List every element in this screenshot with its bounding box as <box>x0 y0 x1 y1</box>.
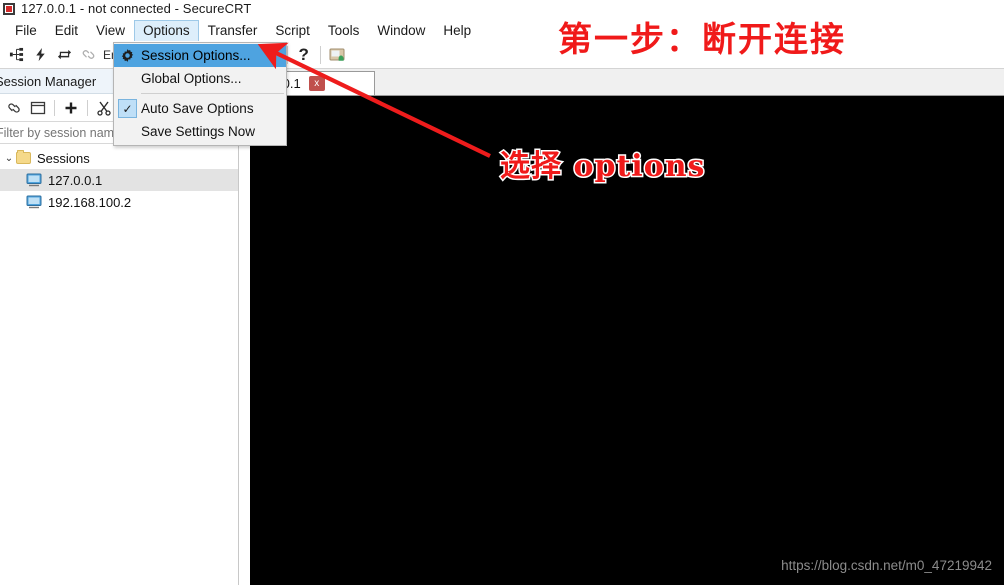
link-icon[interactable] <box>2 97 26 119</box>
menu-item-window[interactable]: Window <box>368 20 434 41</box>
watermark-text: https://blog.csdn.net/m0_47219942 <box>781 558 992 573</box>
annotation-step-title: 第一步：断开连接 <box>557 12 846 62</box>
annotation-select-en: options <box>572 148 706 186</box>
quick-connect-icon[interactable] <box>28 43 52 67</box>
app-icon <box>3 3 15 15</box>
connect-icon[interactable] <box>4 43 28 67</box>
menu-item-help[interactable]: Help <box>434 20 480 41</box>
menu-option-auto-save-options[interactable]: ✓ Auto Save Options <box>114 97 286 120</box>
menu-bar: File Edit View Options Transfer Script T… <box>0 19 1004 41</box>
expand-arrow-icon[interactable]: ⌄ <box>2 153 16 164</box>
list-item-label: 192.168.100.2 <box>48 194 132 210</box>
annotation-select-cn: 选择 <box>498 148 574 186</box>
monitor-icon <box>26 195 42 209</box>
list-item-label: 127.0.0.1 <box>48 172 103 188</box>
toolbar-separator <box>319 45 321 64</box>
menu-option-label: Save Settings Now <box>141 124 256 139</box>
annotation-step-title-text: 第一步：断开连接 <box>557 19 846 62</box>
menu-item-edit[interactable]: Edit <box>46 20 87 41</box>
menu-option-label: Global Options... <box>141 71 242 86</box>
options-dropdown-menu: Session Options... Global Options... ✓ A… <box>113 42 287 146</box>
add-icon[interactable] <box>59 97 83 119</box>
menu-item-transfer[interactable]: Transfer <box>199 20 267 41</box>
menu-option-session-options[interactable]: Session Options... <box>114 44 286 67</box>
close-icon[interactable]: x <box>308 76 325 91</box>
monitor-icon <box>26 173 42 187</box>
gear-icon <box>114 44 141 67</box>
menu-item-tools[interactable]: Tools <box>319 20 369 41</box>
menu-option-save-settings-now[interactable]: Save Settings Now <box>114 120 286 143</box>
menu-item-script[interactable]: Script <box>266 20 319 41</box>
session-tree: ⌄ Sessions 127.0.0.1 192.168.100.2 <box>0 144 238 213</box>
menu-option-label: Session Options... <box>141 48 251 63</box>
lock-icon[interactable] <box>325 43 349 67</box>
menu-item-file[interactable]: File <box>6 20 46 41</box>
menu-option-global-options[interactable]: Global Options... <box>114 67 286 90</box>
reconnect-icon[interactable] <box>52 43 76 67</box>
list-item[interactable]: 127.0.0.1 <box>0 169 238 191</box>
menu-option-label: Auto Save Options <box>141 101 254 116</box>
menu-gutter <box>114 120 141 143</box>
session-toolbar-separator <box>87 99 88 116</box>
tree-root-sessions[interactable]: ⌄ Sessions <box>0 147 238 169</box>
tab-bar: 7.0.0.1 x <box>240 69 1004 96</box>
tree-root-label: Sessions <box>37 150 90 166</box>
menu-item-view[interactable]: View <box>87 20 134 41</box>
menu-separator <box>141 93 284 94</box>
new-window-icon[interactable] <box>26 97 50 119</box>
check-icon: ✓ <box>118 99 137 118</box>
session-manager-panel: Session Manager ⚲ ✕ ▼ <box>0 69 239 585</box>
folder-icon <box>16 150 31 164</box>
session-manager-title: Session Manager <box>0 73 97 89</box>
list-item[interactable]: 192.168.100.2 <box>0 191 238 213</box>
window-title: 127.0.0.1 - not connected - SecureCRT <box>21 0 252 16</box>
menu-item-options[interactable]: Options <box>134 19 199 41</box>
help-icon[interactable]: ? <box>292 43 316 67</box>
session-toolbar-separator <box>54 99 55 116</box>
menu-gutter: ✓ <box>114 97 141 120</box>
menu-gutter <box>114 67 141 90</box>
disconnect-icon[interactable] <box>76 43 100 67</box>
annotation-select-options: 选择 options <box>498 141 706 186</box>
title-bar: 127.0.0.1 - not connected - SecureCRT <box>0 0 1004 18</box>
securecrt-window: 127.0.0.1 - not connected - SecureCRT Fi… <box>0 0 1004 585</box>
